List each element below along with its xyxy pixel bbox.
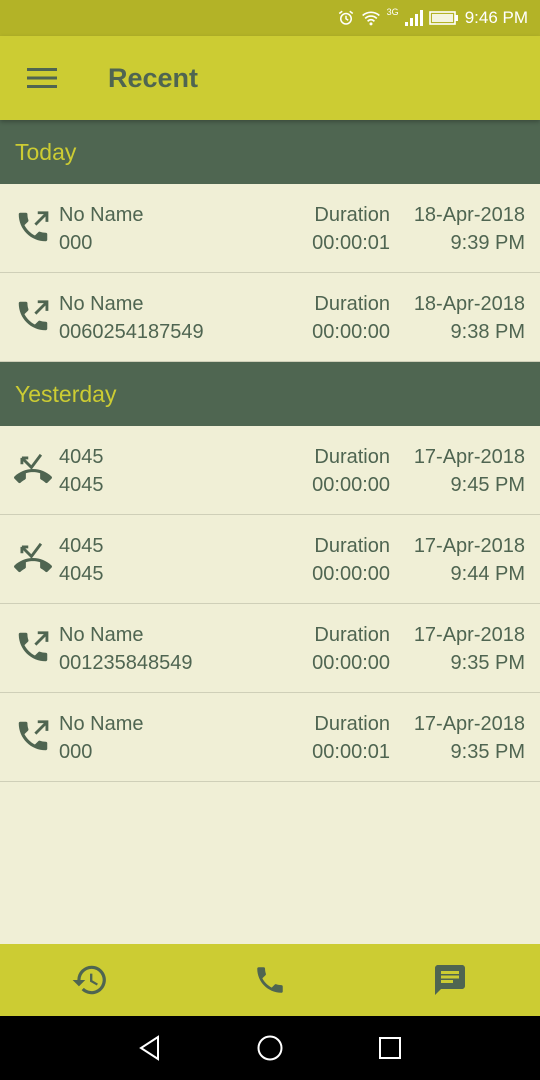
section-header-today: Today: [0, 120, 540, 184]
wifi-icon: [361, 11, 380, 26]
history-icon: [72, 965, 106, 995]
call-time: 9:39 PM: [450, 232, 525, 254]
message-icon: [435, 965, 465, 995]
caller-number: 000: [59, 741, 93, 763]
menu-button[interactable]: [0, 36, 84, 120]
duration-value: 00:00:00: [312, 474, 390, 496]
status-icons: 3G: [337, 7, 459, 27]
duration-label: Duration: [314, 204, 390, 226]
network-type: 3G: [386, 7, 399, 17]
call-date: 17-Apr-2018: [413, 535, 525, 557]
duration-label: Duration: [314, 713, 390, 735]
duration-value: 00:00:00: [312, 321, 390, 343]
caller-name: 4045: [59, 446, 104, 468]
home-button[interactable]: [240, 1016, 300, 1080]
caller-name: 4045: [59, 535, 104, 557]
nav-messages[interactable]: [360, 944, 540, 1016]
recents-square-icon: [379, 1037, 401, 1059]
call-time: 9:45 PM: [450, 474, 525, 496]
back-button[interactable]: [120, 1016, 180, 1080]
call-date: 17-Apr-2018: [413, 446, 525, 468]
caller-number: 001235848549: [59, 652, 193, 674]
caller-name: No Name: [59, 713, 144, 735]
call-row[interactable]: 4045 4045 Duration 00:00:00 17-Apr-2018 …: [0, 515, 540, 604]
nav-dialer[interactable]: [180, 944, 360, 1016]
duration-value: 00:00:01: [312, 741, 390, 763]
missed-call-icon: [14, 542, 52, 573]
alarm-icon: [338, 10, 353, 25]
outgoing-call-icon: [18, 211, 49, 242]
signal-icon: [404, 10, 423, 26]
call-time: 9:35 PM: [450, 652, 525, 674]
duration-value: 00:00:00: [312, 652, 390, 674]
caller-number: 4045: [59, 474, 104, 496]
section-title: Today: [15, 138, 77, 165]
call-time: 9:38 PM: [450, 321, 525, 343]
caller-name: No Name: [59, 204, 144, 226]
missed-call-icon: [14, 453, 52, 484]
hamburger-menu-icon: [27, 68, 57, 88]
duration-value: 00:00:01: [312, 232, 390, 254]
duration-label: Duration: [314, 293, 390, 315]
caller-name: No Name: [59, 624, 144, 646]
duration-label: Duration: [314, 446, 390, 468]
call-time: 9:44 PM: [450, 563, 525, 585]
call-date: 18-Apr-2018: [413, 293, 525, 315]
call-date: 18-Apr-2018: [413, 204, 525, 226]
bottom-navigation: [0, 944, 540, 1016]
back-triangle-icon: [139, 1035, 159, 1061]
system-navigation-bar: [0, 1016, 540, 1080]
outgoing-call-icon: [18, 300, 49, 331]
caller-number: 4045: [59, 563, 104, 585]
duration-value: 00:00:00: [312, 563, 390, 585]
call-row[interactable]: No Name 000 Duration 00:00:01 18-Apr-201…: [0, 184, 540, 273]
outgoing-call-icon: [18, 720, 49, 751]
call-row[interactable]: No Name 000 Duration 00:00:01 17-Apr-201…: [0, 693, 540, 782]
duration-label: Duration: [314, 535, 390, 557]
call-log-list: Today No Name 000 Duration 00:00:01 18-A…: [0, 120, 540, 782]
status-time: 9:46 PM: [464, 8, 528, 27]
section-title: Yesterday: [15, 380, 117, 407]
page-title: Recent: [108, 62, 199, 93]
recents-button[interactable]: [360, 1016, 420, 1080]
call-row[interactable]: No Name 001235848549 Duration 00:00:00 1…: [0, 604, 540, 693]
outgoing-call-icon: [18, 631, 49, 662]
home-circle-icon: [257, 1035, 283, 1061]
call-date: 17-Apr-2018: [413, 624, 525, 646]
caller-number: 000: [59, 232, 93, 254]
nav-recent[interactable]: [0, 944, 180, 1016]
duration-label: Duration: [314, 624, 390, 646]
call-row[interactable]: 4045 4045 Duration 00:00:00 17-Apr-2018 …: [0, 426, 540, 515]
caller-number: 0060254187549: [59, 321, 204, 343]
call-date: 17-Apr-2018: [413, 713, 525, 735]
call-row[interactable]: No Name 0060254187549 Duration 00:00:00 …: [0, 273, 540, 362]
caller-name: No Name: [59, 293, 144, 315]
phone-icon: [257, 967, 283, 993]
status-bar: 3G 9:46 PM: [0, 0, 540, 36]
call-time: 9:35 PM: [450, 741, 525, 763]
battery-icon: [428, 11, 458, 25]
app-bar: Recent: [0, 36, 540, 120]
section-header-yesterday: Yesterday: [0, 362, 540, 426]
